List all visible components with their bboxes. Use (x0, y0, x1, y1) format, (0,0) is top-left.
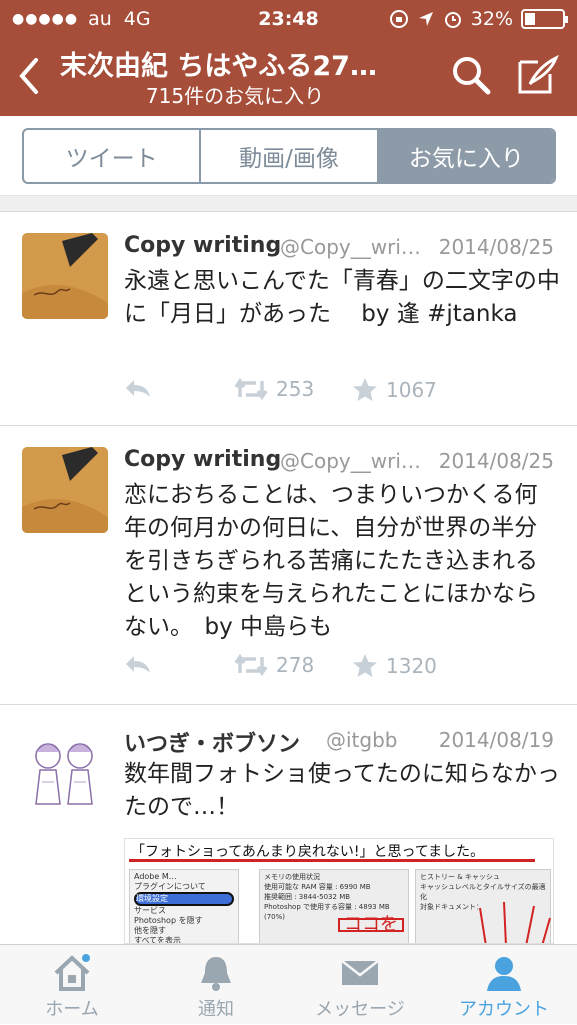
retweet-count: 278 (276, 653, 315, 677)
image-caption: 「フォトショってあんまり戻れない!」と思ってました。 (131, 844, 485, 860)
list-separator (0, 196, 577, 212)
tab-label: アカウント (459, 999, 549, 1020)
tweet-actions: 253 1067 (124, 377, 554, 407)
segmented-control: ツイート 動画/画像 お気に入り (22, 128, 556, 184)
location-arrow-icon (418, 12, 433, 26)
caption-underline (129, 859, 535, 862)
page-subtitle: 715件のお気に入り (145, 84, 325, 108)
status-bar: ●●●●● au 4G 23:48 32% (0, 0, 577, 38)
reply-icon[interactable] (124, 653, 152, 675)
tab-messages[interactable]: メッセージ (288, 945, 432, 1025)
author-handle: @Copy__wri… (280, 235, 421, 259)
red-emphasis-lines (479, 901, 551, 943)
tab-label: ホーム (45, 999, 99, 1020)
panel-line: 使用可能な RAM 容量 : 6990 MB (264, 883, 371, 891)
screenshot-menu: Adobe M… プラグインについて 環境設定 サービス Photoshop を… (129, 869, 239, 944)
menu-line-highlight: 環境設定 (134, 892, 234, 906)
retweet-count: 253 (276, 377, 315, 401)
author-name[interactable]: いつぎ・ボブソン (124, 726, 300, 758)
tab-label: 通知 (198, 999, 234, 1020)
battery-icon (521, 9, 568, 29)
menu-line: すべてを表示 (134, 936, 181, 944)
panel-line: 推奨範囲 : 3844-5032 MB (264, 893, 351, 901)
tweet-date: 2014/08/25 (438, 235, 554, 259)
tweet-text: 数年間フォトショ使ってたのに知らなかったので…！ (124, 761, 560, 820)
back-chevron-icon[interactable] (14, 54, 44, 98)
screenshot-memory-panel: メモリの使用状況 使用可能な RAM 容量 : 6990 MB 推奨範囲 : 3… (259, 869, 409, 943)
segment-area: ツイート 動画/画像 お気に入り (0, 116, 577, 196)
search-icon[interactable] (448, 52, 494, 98)
menu-line: サービス (134, 906, 166, 915)
menu-line: 他を隠す (134, 926, 166, 935)
favorite-star-icon[interactable] (352, 653, 378, 679)
author-handle: @Copy__wri… (280, 449, 421, 473)
tab-account[interactable]: アカウント (432, 945, 576, 1025)
rotation-lock-icon (389, 10, 408, 28)
nav-bar: 末次由紀 ちはやふる27… 715件のお気に入り (0, 38, 577, 116)
tab-label: メッセージ (315, 999, 405, 1020)
menu-line: Adobe M… (134, 872, 177, 881)
tweet-row[interactable]: いつぎ・ボブソン @itgbb 2014/08/19 数年間フォトショ使ってたの… (0, 706, 577, 944)
avatar[interactable] (22, 233, 108, 319)
envelope-icon (341, 960, 379, 985)
home-icon (54, 954, 90, 991)
author-name[interactable]: Copy writing (124, 233, 281, 258)
tweet-row[interactable]: Copy writing @Copy__wri… 2014/08/25 恋におち… (0, 427, 577, 705)
menu-line: Photoshop を隠す (134, 916, 203, 925)
screenshot-history-panel: ヒストリー & キャッシュ キャッシュレベルとタイルサイズの最適化 対象ドキュメ… (415, 869, 551, 943)
handwritten-note: ココを (338, 916, 404, 934)
tab-bar: ホーム 通知 メッセージ アカウント (0, 944, 577, 1024)
avatar[interactable] (22, 726, 108, 812)
tweet-image[interactable]: 「フォトショってあんまり戻れない!」と思ってました。 Adobe M… プラグイ… (124, 838, 554, 944)
tweet-text: 永遠と思いこんでた「青春」の二文字の中に「月日」があった by 逢 #jtank… (124, 268, 560, 327)
favorite-count: 1320 (386, 654, 437, 678)
tab-tweets[interactable]: ツイート (24, 130, 199, 182)
reply-icon[interactable] (124, 377, 152, 399)
menu-line: プラグインについて (134, 882, 206, 891)
tweet-date: 2014/08/25 (438, 449, 554, 473)
retweet-icon[interactable] (234, 377, 268, 401)
panel-title: メモリの使用状況 (264, 873, 320, 881)
tab-favorites[interactable]: お気に入り (376, 130, 554, 182)
header: ●●●●● au 4G 23:48 32% 末次由紀 ちはやふる27… 715件… (0, 0, 577, 116)
compose-icon[interactable] (514, 52, 560, 98)
tweet-text: 恋におちることは、つまりいつかくる何年の何月かの何日に、自分が世界の半分を引きち… (124, 482, 538, 640)
alarm-icon (444, 12, 461, 28)
battery-percent: 32% (470, 8, 513, 30)
person-icon (487, 957, 521, 991)
tweet-actions: 278 1320 (124, 653, 554, 683)
tweet-row[interactable]: Copy writing @Copy__wri… 2014/08/25 永遠と思… (0, 213, 577, 426)
retweet-icon[interactable] (234, 653, 268, 677)
author-handle: @itgbb (326, 728, 398, 752)
tweet-date: 2014/08/19 (438, 728, 554, 752)
page-title: 末次由紀 ちはやふる27… (60, 51, 377, 82)
panel-title: ヒストリー & キャッシュ (420, 873, 500, 881)
favorite-count: 1067 (386, 378, 437, 402)
tab-home[interactable]: ホーム (0, 945, 144, 1025)
tab-notifications[interactable]: 通知 (144, 945, 288, 1025)
tab-media[interactable]: 動画/画像 (199, 130, 376, 182)
favorite-star-icon[interactable] (352, 377, 378, 403)
avatar[interactable] (22, 447, 108, 533)
author-name[interactable]: Copy writing (124, 447, 281, 472)
bell-icon (201, 957, 231, 991)
